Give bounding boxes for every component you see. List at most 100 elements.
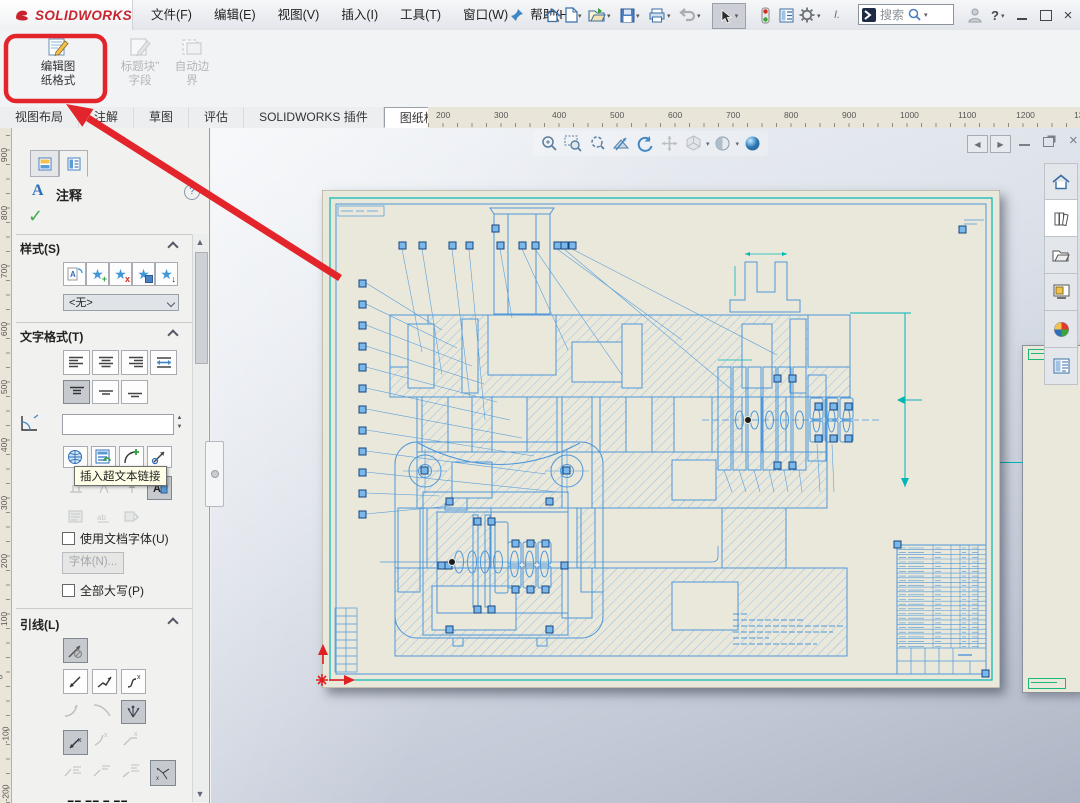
graphics-area[interactable]: ▾ ▾ ◀ ▶ × bbox=[211, 128, 1080, 803]
help-dropdown-caret[interactable]: ▾ bbox=[1001, 12, 1005, 20]
balloon-marker[interactable] bbox=[359, 448, 366, 455]
multi-jog-leader-button[interactable] bbox=[121, 700, 146, 724]
align-left-button[interactable] bbox=[63, 350, 90, 375]
rebuild-traffic-light-icon[interactable] bbox=[756, 5, 774, 25]
balloon-marker[interactable] bbox=[359, 280, 366, 287]
balloon-marker[interactable] bbox=[561, 562, 568, 569]
align-center-button[interactable] bbox=[92, 350, 119, 375]
section-style[interactable]: 样式(S) bbox=[20, 240, 195, 257]
balloon-marker[interactable] bbox=[815, 403, 822, 410]
section-leader[interactable]: 引线(L) bbox=[20, 616, 195, 633]
panel-scrollbar[interactable]: ▲ ▼ bbox=[192, 234, 208, 802]
balloon-marker[interactable] bbox=[982, 670, 989, 677]
balloon-marker[interactable] bbox=[359, 469, 366, 476]
title-block-fields-button[interactable]: 标题块" 字段 bbox=[115, 37, 165, 88]
zoom-to-area-icon[interactable] bbox=[561, 133, 585, 155]
options-dropdown-caret[interactable]: ▾ bbox=[817, 12, 821, 20]
balloon-marker[interactable] bbox=[419, 242, 426, 249]
disabled-format-button[interactable] bbox=[63, 506, 88, 526]
scroll-up-icon[interactable]: ▲ bbox=[195, 237, 205, 247]
user-icon[interactable] bbox=[966, 5, 984, 25]
balloon-marker[interactable] bbox=[359, 406, 366, 413]
balloon-marker[interactable] bbox=[959, 226, 966, 233]
save-style-button[interactable]: ★ bbox=[132, 262, 155, 286]
collapse-icon[interactable] bbox=[167, 241, 178, 252]
view-palette-button[interactable] bbox=[1044, 274, 1078, 311]
leader-up-icon-disabled[interactable]: x bbox=[121, 730, 143, 750]
menu-item[interactable]: 工具(T) bbox=[389, 0, 452, 30]
balloon-marker[interactable] bbox=[894, 541, 901, 548]
balloon-marker[interactable] bbox=[830, 435, 837, 442]
delete-style-button[interactable]: ★x bbox=[109, 262, 132, 286]
drawing-sheet-2-partial[interactable] bbox=[1022, 345, 1080, 693]
search-input[interactable]: 搜索 bbox=[880, 6, 904, 23]
balloon-marker[interactable] bbox=[774, 462, 781, 469]
instant2d-icon[interactable]: I. bbox=[828, 5, 846, 25]
link-to-property-button[interactable] bbox=[91, 446, 116, 468]
ok-check-icon[interactable]: ✓ bbox=[28, 206, 43, 227]
balloon-marker[interactable] bbox=[421, 467, 428, 474]
add-style-button[interactable]: ★+ bbox=[86, 262, 109, 286]
print-dropdown-caret[interactable]: ▾ bbox=[667, 12, 671, 20]
panel-help-icon[interactable]: ? bbox=[184, 184, 200, 200]
balloon-marker[interactable] bbox=[492, 225, 499, 232]
leader-text-icon-disabled[interactable] bbox=[63, 762, 85, 782]
insert-hyperlink-button[interactable] bbox=[63, 446, 88, 468]
panel-splitter-handle[interactable] bbox=[205, 441, 224, 507]
save-icon[interactable] bbox=[618, 5, 636, 25]
undo-dropdown-caret[interactable]: ▾ bbox=[697, 12, 701, 20]
tab-视图布局[interactable]: 视图布局 bbox=[0, 107, 79, 128]
angle-spinner[interactable]: ▲▼ bbox=[174, 414, 185, 433]
menu-item[interactable]: 视图(V) bbox=[267, 0, 331, 30]
doc-close-icon[interactable]: × bbox=[1069, 132, 1078, 149]
open-dropdown-caret[interactable]: ▾ bbox=[607, 12, 611, 20]
view-orientation-icon[interactable] bbox=[681, 133, 705, 155]
apply-scene-icon[interactable] bbox=[740, 133, 764, 155]
curved-leader-icon-disabled[interactable] bbox=[63, 700, 85, 720]
balloon-marker[interactable] bbox=[542, 586, 549, 593]
drawing-sheet[interactable] bbox=[322, 190, 1000, 688]
previous-sheet-button[interactable]: ◀ bbox=[967, 135, 988, 153]
section-view-icon[interactable] bbox=[609, 133, 633, 155]
menu-item[interactable]: 文件(F) bbox=[140, 0, 203, 30]
balloon-marker[interactable] bbox=[359, 364, 366, 371]
balloon-marker[interactable] bbox=[527, 540, 534, 547]
balloon-marker[interactable] bbox=[527, 586, 534, 593]
balloon-marker[interactable] bbox=[532, 242, 539, 249]
home-icon[interactable] bbox=[543, 5, 561, 25]
bent-leader-button[interactable] bbox=[92, 669, 117, 694]
balloon-marker[interactable] bbox=[569, 242, 576, 249]
magnifier-icon[interactable] bbox=[908, 8, 921, 21]
configuration-tab[interactable] bbox=[59, 150, 88, 177]
property-manager-tab[interactable] bbox=[30, 150, 59, 177]
display-style-icon[interactable] bbox=[711, 133, 735, 155]
balloon-marker[interactable] bbox=[449, 242, 456, 249]
balloon-marker[interactable] bbox=[542, 540, 549, 547]
balloon-marker[interactable] bbox=[512, 586, 519, 593]
tab-评估[interactable]: 评估 bbox=[189, 107, 244, 128]
file-properties-icon[interactable] bbox=[777, 5, 795, 25]
balloon-marker[interactable] bbox=[446, 498, 453, 505]
curved-leader-icon-disabled[interactable] bbox=[92, 700, 114, 720]
tab-注解[interactable]: 注解 bbox=[79, 107, 134, 128]
taskpane-home-button[interactable] bbox=[1044, 163, 1078, 200]
display-style-caret[interactable]: ▾ bbox=[736, 140, 740, 148]
tab-草图[interactable]: 草图 bbox=[134, 107, 189, 128]
print-icon[interactable] bbox=[648, 5, 666, 25]
lock-anchor-button[interactable] bbox=[147, 446, 172, 468]
style-dropdown[interactable]: <无> bbox=[63, 294, 179, 311]
balloon-marker[interactable] bbox=[488, 606, 495, 613]
collapse-icon[interactable] bbox=[167, 617, 178, 628]
angle-input[interactable] bbox=[62, 414, 174, 435]
file-explorer-button[interactable] bbox=[1044, 237, 1078, 274]
collapse-icon[interactable] bbox=[167, 329, 178, 340]
straight-leader-button[interactable] bbox=[63, 669, 88, 694]
balloon-marker[interactable] bbox=[561, 242, 568, 249]
doc-minimize-icon[interactable] bbox=[1019, 144, 1030, 146]
disabled-format-button[interactable]: ab bbox=[91, 506, 116, 526]
balloon-marker[interactable] bbox=[512, 540, 519, 547]
search-box[interactable]: 搜索 ▾ bbox=[858, 4, 954, 25]
load-style-button[interactable]: ★↓ bbox=[155, 262, 178, 286]
no-leader-button[interactable] bbox=[63, 638, 88, 663]
next-sheet-button[interactable]: ▶ bbox=[990, 135, 1011, 153]
